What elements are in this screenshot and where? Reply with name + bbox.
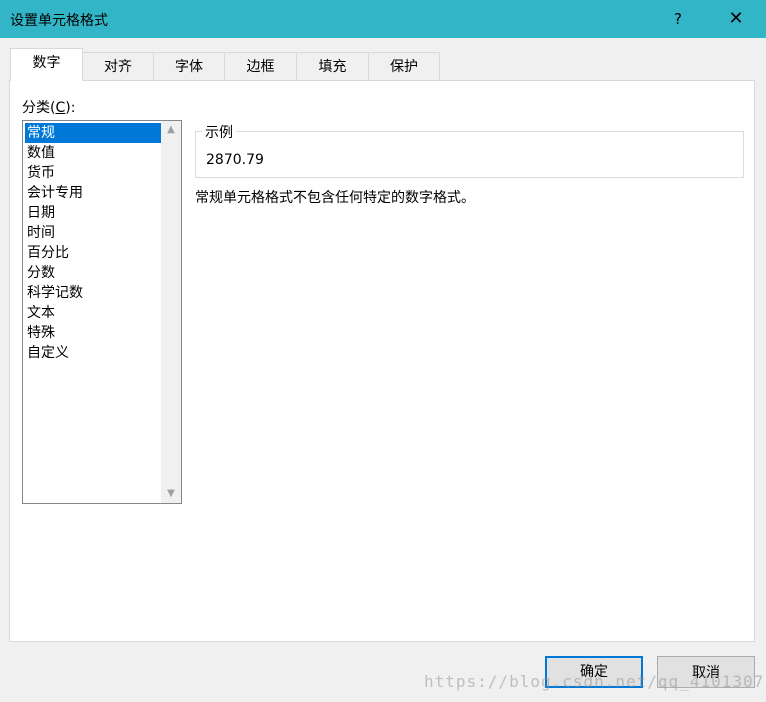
- category-item[interactable]: 特殊: [25, 323, 161, 343]
- format-description: 常规单元格格式不包含任何特定的数字格式。: [195, 190, 475, 206]
- watermark: https://blog.csdn.net/qq_41013071: [424, 672, 766, 691]
- category-item[interactable]: 分数: [25, 263, 161, 283]
- close-icon[interactable]: ✕: [722, 6, 750, 32]
- category-item[interactable]: 时间: [25, 223, 161, 243]
- category-item[interactable]: 日期: [25, 203, 161, 223]
- chevron-down-icon[interactable]: ▼: [161, 485, 181, 503]
- help-icon[interactable]: ?: [664, 6, 692, 32]
- category-item[interactable]: 常规: [25, 123, 161, 143]
- category-label: 分类(C):: [22, 100, 76, 116]
- sample-group: 示例 2870.79: [195, 122, 744, 178]
- category-item[interactable]: 自定义: [25, 343, 161, 363]
- tab-number[interactable]: 数字: [10, 48, 83, 81]
- sample-value: 2870.79: [206, 152, 264, 168]
- number-tab-panel: 分类(C): 常规 数值 货币 会计专用 日期 时间 百分比 分数 科学记数 文本 特殊 自定义 ▲ …: [9, 80, 755, 642]
- category-item[interactable]: 会计专用: [25, 183, 161, 203]
- category-item[interactable]: 百分比: [25, 243, 161, 263]
- tab-alignment[interactable]: 对齐: [82, 52, 154, 80]
- dialog-title: 设置单元格格式: [10, 13, 108, 29]
- scrollbar[interactable]: ▲ ▼: [161, 121, 181, 503]
- category-list: 常规 数值 货币 会计专用 日期 时间 百分比 分数 科学记数 文本 特殊 自定义: [25, 123, 161, 363]
- tab-fill[interactable]: 填充: [296, 52, 369, 80]
- tab-font[interactable]: 字体: [153, 52, 225, 80]
- category-item[interactable]: 数值: [25, 143, 161, 163]
- category-item[interactable]: 科学记数: [25, 283, 161, 303]
- category-listbox[interactable]: 常规 数值 货币 会计专用 日期 时间 百分比 分数 科学记数 文本 特殊 自定义 ▲ ▼: [22, 120, 182, 504]
- sample-legend: 示例: [202, 122, 236, 142]
- chevron-up-icon[interactable]: ▲: [161, 121, 181, 139]
- tab-border[interactable]: 边框: [224, 52, 297, 80]
- category-item[interactable]: 文本: [25, 303, 161, 323]
- category-item[interactable]: 货币: [25, 163, 161, 183]
- tab-protection[interactable]: 保护: [368, 52, 440, 80]
- tab-bar: 数字 对齐 字体 边框 填充 保护: [10, 48, 756, 81]
- title-bar: 设置单元格格式 ? ✕: [0, 0, 766, 38]
